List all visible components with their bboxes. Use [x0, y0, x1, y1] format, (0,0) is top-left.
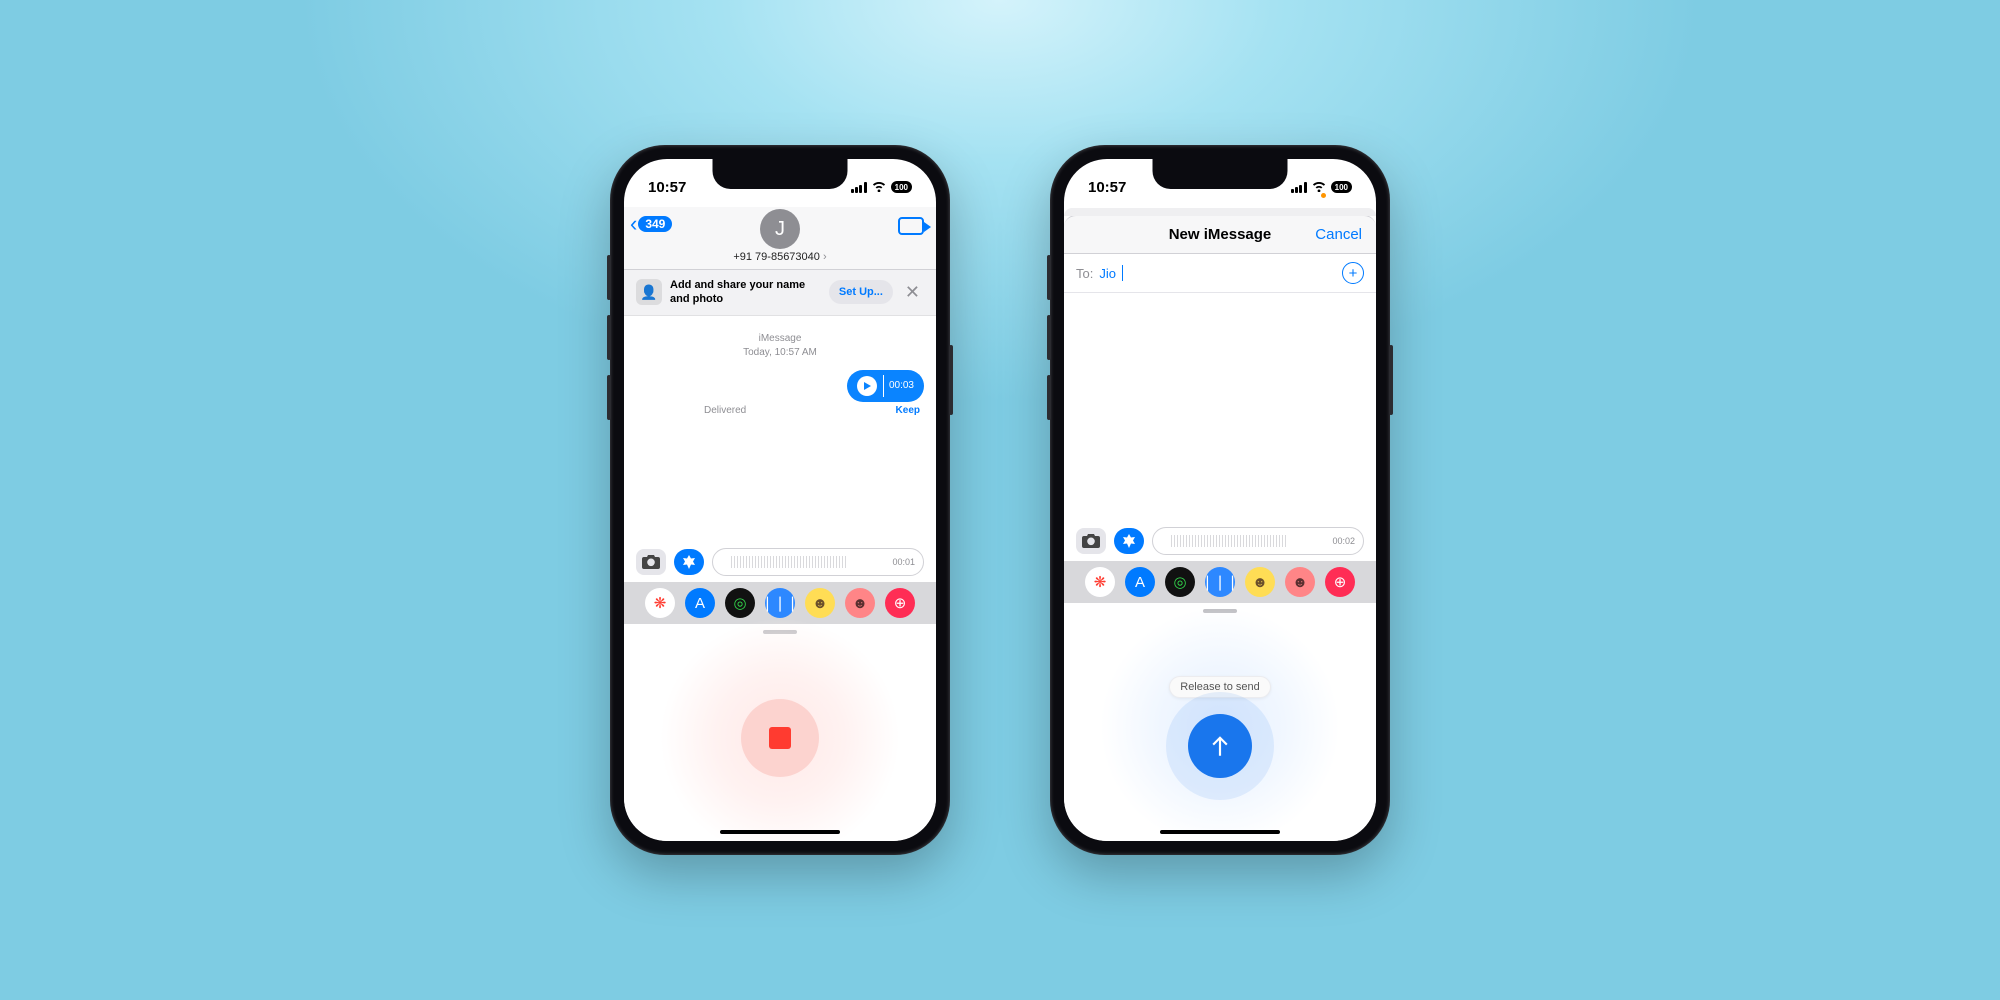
- cellular-signal-icon: [851, 182, 867, 193]
- contact-name[interactable]: +91 79-85673040: [636, 251, 924, 263]
- photos-app-icon[interactable]: ❋: [645, 588, 675, 618]
- to-field-row[interactable]: To: Jio +: [1064, 254, 1376, 293]
- compose-row: 00:01: [624, 542, 936, 582]
- cancel-button[interactable]: Cancel: [1315, 226, 1362, 243]
- fitness-app-icon[interactable]: ◎: [1165, 567, 1195, 597]
- home-indicator[interactable]: [720, 830, 840, 834]
- images-app-icon[interactable]: ⊕: [885, 588, 915, 618]
- to-label: To:: [1076, 266, 1093, 281]
- chevron-left-icon: ‹: [630, 211, 637, 237]
- message-thread[interactable]: iMessage Today, 10:57 AM 00:03 Delivered…: [624, 316, 936, 543]
- arrow-up-icon: [1207, 733, 1233, 759]
- cellular-signal-icon: [1291, 182, 1307, 193]
- imessage-apps-button[interactable]: [674, 549, 704, 575]
- setup-button[interactable]: Set Up...: [829, 280, 893, 304]
- recording-waveform-icon: [1171, 535, 1286, 547]
- text-cursor-icon: [1122, 265, 1124, 281]
- microphone-active-indicator: [1321, 193, 1326, 198]
- empty-thread: [1064, 293, 1376, 521]
- appstore-app-icon[interactable]: A: [1125, 567, 1155, 597]
- imessage-apps-button[interactable]: [1114, 528, 1144, 554]
- animoji-app-icon[interactable]: ☻: [1285, 567, 1315, 597]
- voice-duration: 00:03: [889, 380, 914, 391]
- recipient-chip[interactable]: Jio: [1099, 266, 1116, 281]
- message-status-row: Delivered Keep: [636, 405, 924, 416]
- battery-icon: 100: [1331, 181, 1352, 193]
- audio-message-icon[interactable]: ❘❘❘: [1205, 567, 1235, 597]
- recording-duration: 00:01: [892, 557, 915, 567]
- screen-left: 10:57 100 ‹ 349 J +91 79-85673040 👤 Add …: [624, 159, 936, 841]
- recording-waveform-icon: [731, 556, 846, 568]
- recording-duration: 00:02: [1332, 536, 1355, 546]
- name-photo-banner: 👤 Add and share your name and photo Set …: [624, 270, 936, 316]
- delivered-label: Delivered: [704, 405, 746, 416]
- voice-message-bubble[interactable]: 00:03: [847, 370, 924, 402]
- status-time: 10:57: [648, 179, 686, 196]
- play-icon[interactable]: [857, 376, 877, 396]
- phone-frame-left: 10:57 100 ‹ 349 J +91 79-85673040 👤 Add …: [610, 145, 950, 855]
- contact-avatar[interactable]: J: [760, 209, 800, 249]
- record-zone: [624, 634, 936, 841]
- compose-row: 00:02: [1064, 521, 1376, 561]
- home-indicator[interactable]: [1160, 830, 1280, 834]
- keep-button[interactable]: Keep: [896, 405, 920, 416]
- camera-button[interactable]: [1076, 528, 1106, 554]
- contact-card-icon: 👤: [636, 279, 662, 305]
- status-icons: 100: [851, 180, 912, 195]
- thread-metadata: iMessage Today, 10:57 AM: [636, 332, 924, 360]
- camera-button[interactable]: [636, 549, 666, 575]
- send-voice-button[interactable]: [1188, 714, 1252, 778]
- wifi-icon: [871, 180, 887, 195]
- conversation-header: ‹ 349 J +91 79-85673040: [624, 207, 936, 270]
- send-zone: Release to send: [1064, 613, 1376, 841]
- add-contact-button[interactable]: +: [1342, 262, 1364, 284]
- memoji-app-icon[interactable]: ☻: [1245, 567, 1275, 597]
- notch: [713, 159, 848, 189]
- back-button[interactable]: ‹ 349: [630, 211, 672, 237]
- animoji-app-icon[interactable]: ☻: [845, 588, 875, 618]
- compose-header: New iMessage Cancel: [1064, 215, 1376, 254]
- release-hint: Release to send: [1169, 676, 1271, 698]
- notch: [1153, 159, 1288, 189]
- screen-right: 10:57 100 New iMessage Cancel To: Jio +: [1064, 159, 1376, 841]
- status-icons: 100: [1291, 180, 1352, 195]
- compose-recording-pill[interactable]: 00:02: [1152, 527, 1364, 555]
- images-app-icon[interactable]: ⊕: [1325, 567, 1355, 597]
- photos-app-icon[interactable]: ❋: [1085, 567, 1115, 597]
- battery-icon: 100: [891, 181, 912, 193]
- banner-close-button[interactable]: ✕: [901, 282, 924, 303]
- stop-record-button[interactable]: [741, 699, 819, 777]
- phone-frame-right: 10:57 100 New iMessage Cancel To: Jio +: [1050, 145, 1390, 855]
- status-time: 10:57: [1088, 179, 1126, 196]
- unread-count-badge: 349: [638, 216, 672, 232]
- facetime-button[interactable]: [898, 217, 924, 235]
- banner-text: Add and share your name and photo: [670, 278, 821, 307]
- appstore-app-icon[interactable]: A: [685, 588, 715, 618]
- compose-recording-pill[interactable]: 00:01: [712, 548, 924, 576]
